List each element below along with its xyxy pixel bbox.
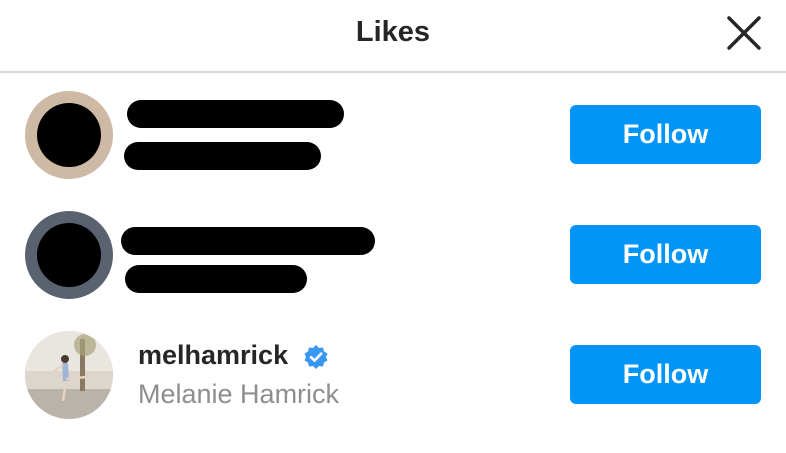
verified-badge-icon [304,345,328,369]
avatar[interactable] [25,211,113,299]
avatar-redaction [37,103,101,167]
username[interactable]: melhamrick [138,340,288,371]
list-item: melhamrick Melanie Hamrick Follow [0,315,786,435]
close-icon [727,16,761,50]
page-title: Likes [355,16,431,48]
avatar[interactable] [25,91,113,179]
list-item: Follow [0,195,786,315]
likes-header: Likes [0,0,786,73]
list-item: Follow [0,75,786,195]
follow-button[interactable]: Follow [570,105,761,164]
username-redaction [121,227,375,255]
avatar[interactable] [25,331,113,419]
follow-button[interactable]: Follow [570,345,761,404]
follow-button[interactable]: Follow [570,225,761,284]
close-button[interactable] [723,12,765,54]
full-name-redaction [124,142,321,170]
username-redaction [127,100,344,128]
full-name-redaction [125,265,307,293]
full-name: Melanie Hamrick [138,379,340,409]
profile-photo-icon [25,331,113,419]
avatar-redaction [37,223,101,287]
